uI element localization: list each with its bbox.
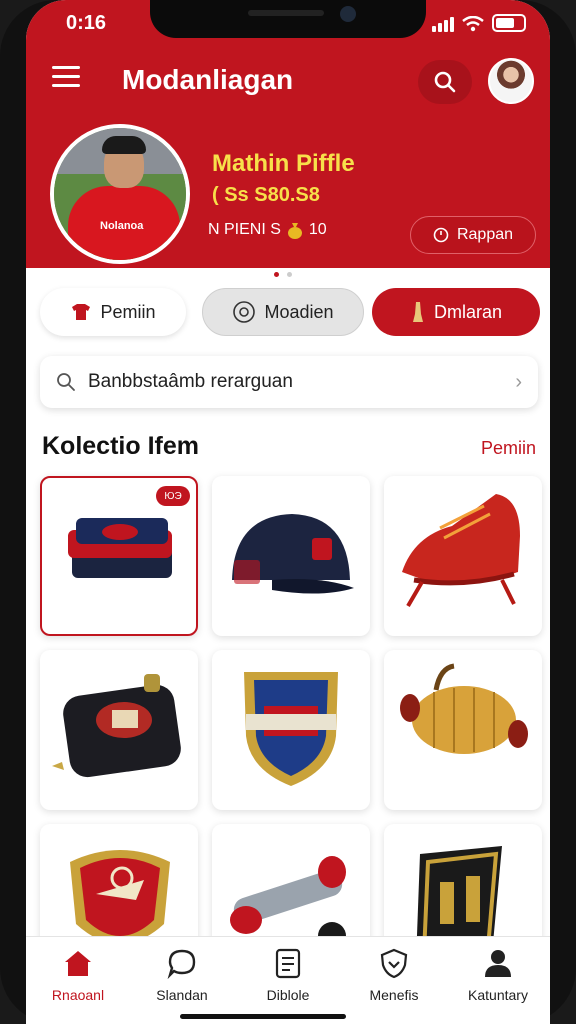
nav-label: Slandan <box>156 987 208 1003</box>
player-photo: Nolanoa <box>50 124 190 264</box>
chip-label: Moadien <box>264 301 334 322</box>
chip-label: Pemiin <box>100 301 156 322</box>
nav-label: Diblole <box>266 987 310 1003</box>
profile-header: 0:16 Modanliagan Nolanoa Mathin Piffle (… <box>26 0 550 268</box>
wifi-icon <box>462 16 484 32</box>
clock-icon <box>433 227 449 243</box>
nav-profile[interactable]: Katuntary <box>448 947 548 1017</box>
nav-chat[interactable]: Slandan <box>132 947 232 1017</box>
hamburger-menu-icon[interactable] <box>52 66 80 90</box>
search-text[interactable]: Banbbstaâmb rerarguan <box>88 371 503 393</box>
collection-see-all-link[interactable]: Pemiin <box>481 438 536 459</box>
nav-label: Katuntary <box>468 987 528 1003</box>
battery-icon <box>492 14 526 32</box>
player-stat: N PIENI S 10 <box>208 220 327 240</box>
woven-bag-image <box>400 663 528 754</box>
carousel-dot[interactable] <box>274 272 279 277</box>
chat-icon <box>167 949 196 979</box>
item-badge: ЮЭ <box>156 486 190 506</box>
trophy-icon <box>412 302 423 322</box>
jersey-text: Nolanoa <box>100 220 144 232</box>
header-search-button[interactable] <box>418 60 472 104</box>
carousel-dots <box>274 272 292 277</box>
nav-home[interactable]: Rnaoanl <box>28 947 128 1017</box>
chip-label: Dmlaran <box>433 301 503 322</box>
signal-icon <box>432 17 454 32</box>
status-time: 0:16 <box>66 12 107 34</box>
collection-item-black-wallet[interactable] <box>40 650 198 810</box>
jersey-icon <box>72 304 91 320</box>
app-title: Modanliagan <box>122 64 294 95</box>
carousel-dot[interactable] <box>287 272 292 277</box>
collection-item-navy-cap[interactable] <box>212 476 370 636</box>
at-icon <box>233 301 256 323</box>
chip-pemiin[interactable]: Pemiin <box>40 288 186 336</box>
status-icons <box>432 14 526 32</box>
home-indicator <box>180 1014 346 1019</box>
reward-button[interactable]: Rappan <box>410 216 536 254</box>
nav-shield[interactable]: Menefis <box>344 947 444 1017</box>
device-notch <box>150 0 426 38</box>
player-price: ( Ss S80.S8 <box>212 184 320 206</box>
reward-button-label: Rappan <box>456 226 514 243</box>
phone-frame: 0:16 Modanliagan Nolanoa Mathin Piffle (… <box>0 0 576 1024</box>
money-bag-icon <box>287 223 302 239</box>
nav-label: Rnaoanl <box>51 987 105 1003</box>
app-screen: 0:16 Modanliagan Nolanoa Mathin Piffle (… <box>26 0 550 1024</box>
chip-dmlaran[interactable]: Dmlaran <box>372 288 540 336</box>
bottom-navigation: Rnaoanl Slandan Diblole Menefis Katuntar… <box>26 936 550 1024</box>
black-wallet-image <box>52 674 181 778</box>
collection-item-folded-jerseys[interactable]: ЮЭ <box>40 476 198 636</box>
collection-item-red-football-boot[interactable] <box>384 476 542 636</box>
filter-chips: Pemiin Moadien Dmlaran <box>40 288 540 336</box>
user-avatar[interactable] <box>488 58 534 104</box>
search-icon <box>57 373 75 391</box>
chevron-right-icon[interactable]: › <box>515 371 522 394</box>
nav-document[interactable]: Diblole <box>238 947 338 1017</box>
player-name: Mathin Piffle <box>212 150 355 177</box>
chip-moadien[interactable]: Moadien <box>202 288 364 336</box>
person-icon <box>485 950 511 977</box>
stat-prefix: N PIENI S <box>208 221 281 238</box>
collection-title: Kolectio Ifem <box>42 432 199 460</box>
navy-cap-image <box>232 514 354 594</box>
collection-item-club-shield-crest[interactable] <box>212 650 370 810</box>
club-shield-crest-image <box>244 672 338 786</box>
stat-value: 10 <box>308 221 327 238</box>
collection-item-woven-bag[interactable] <box>384 650 542 810</box>
search-bar[interactable]: Banbbstaâmb rerarguan › <box>40 356 538 408</box>
document-icon <box>275 948 301 979</box>
shield-icon <box>380 948 408 979</box>
home-icon <box>65 951 91 976</box>
search-icon <box>434 71 456 93</box>
nav-label: Menefis <box>369 987 419 1003</box>
red-football-boot-image <box>402 494 520 608</box>
